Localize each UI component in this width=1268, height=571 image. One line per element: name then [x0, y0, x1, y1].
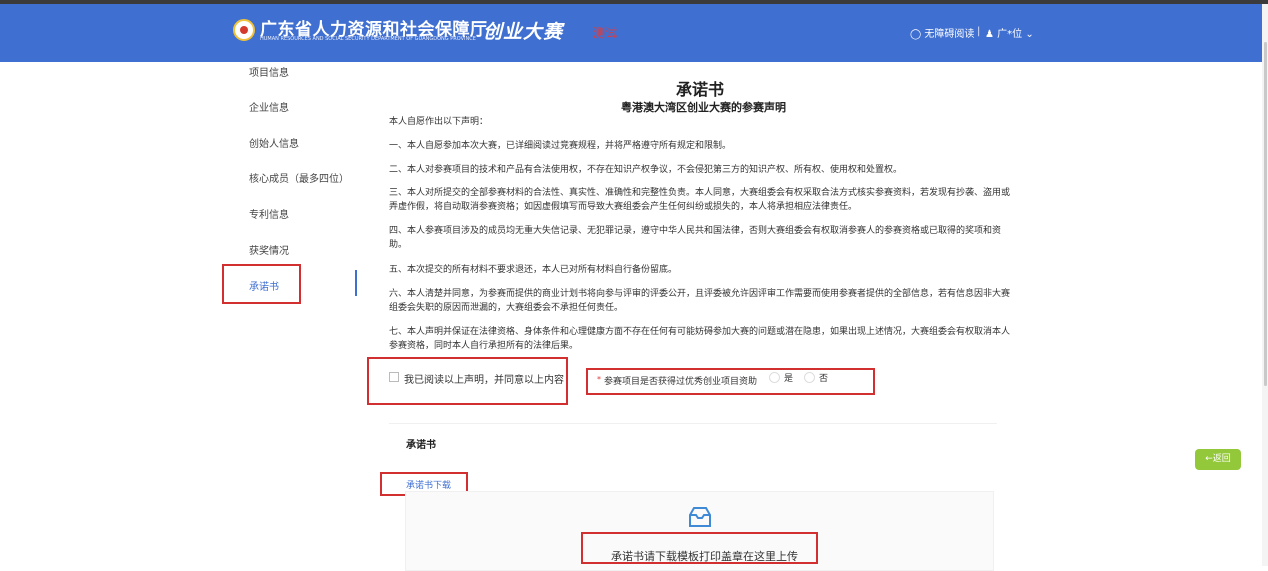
emblem-icon: [233, 19, 255, 41]
sidebar-item-patent-info[interactable]: 专利信息: [249, 206, 289, 221]
sidebar-item-awards[interactable]: 获奖情况: [249, 242, 289, 257]
chevron-down-icon: ⌄: [1025, 29, 1034, 40]
accessibility-label: 无障碍阅读: [924, 29, 975, 40]
pledge-subtitle: 粤港澳大湾区创业大赛的参赛声明: [621, 101, 786, 114]
header-separator: |: [977, 26, 981, 37]
user-menu[interactable]: ♟ 广*位 ⌄: [985, 25, 1034, 40]
annotation-box-question: [586, 368, 875, 395]
pledge-clause-7: 七、本人声明并保证在法律资格、身体条件和心理健康方面不存在任何有可能妨碍参加大赛…: [389, 327, 1011, 351]
upload-section-title: 承诺书: [406, 440, 436, 451]
user-name: 广*位: [997, 29, 1023, 40]
sidebar-item-company-info[interactable]: 企业信息: [249, 99, 289, 114]
upload-section-card: [389, 423, 997, 462]
pledge-clause-6: 六、本人清楚并同意，为参赛而提供的商业计划书将向参与评审的评委公开，且评委被允许…: [389, 289, 1011, 313]
sidebar-item-project-info[interactable]: 项目信息: [249, 64, 289, 79]
inbox-icon: [689, 507, 711, 527]
back-label: 返回: [1212, 454, 1231, 464]
sidebar-item-founder-info[interactable]: 创始人信息: [249, 135, 299, 150]
back-icon: ←: [1205, 454, 1213, 464]
org-name-en: HUMAN RESOURCES AND SOCIAL SECURITY DEPA…: [260, 36, 476, 42]
lightbulb-icon: ◯: [910, 29, 922, 40]
sidebar-item-core-members[interactable]: 核心成员（最多四位）: [249, 170, 349, 185]
scrollbar-thumb[interactable]: [1264, 42, 1267, 386]
pledge-clause-3: 三、本人对所提交的全部参赛材料的合法性、真实性、准确性和完整性负责。本人同意，大…: [389, 188, 1011, 212]
pledge-intro: 本人自愿作出以下声明：: [389, 117, 489, 127]
annotation-box-upload: [581, 532, 818, 564]
site-header: [0, 4, 1268, 62]
event-name: 创业大赛: [483, 21, 564, 43]
env-badge: 测试: [593, 26, 618, 40]
sidebar-active-indicator: [355, 270, 357, 296]
pledge-title: 承诺书: [676, 80, 725, 99]
pledge-clause-1: 一、本人自愿参加本次大赛，已详细阅读过竞赛规程，并将严格遵守所有规定和限制。: [389, 141, 732, 151]
annotation-box-agree: [367, 357, 568, 405]
user-icon: ♟: [985, 29, 994, 40]
accessibility-link[interactable]: ◯ 无障碍阅读: [910, 25, 974, 40]
back-button[interactable]: ←返回: [1195, 449, 1241, 470]
pledge-clause-2: 二、本人对参赛项目的技术和产品有合法使用权，不存在知识产权争议，不会侵犯第三方的…: [389, 165, 903, 175]
annotation-box-sidebar: [222, 264, 301, 304]
pledge-clause-5: 五、本次提交的所有材料不要求退还，本人已对所有材料自行备份留底。: [389, 265, 678, 275]
pledge-clause-4: 四、本人参赛项目涉及的成员均无重大失信记录、无犯罪记录，遵守中华人民共和国法律，…: [389, 226, 1002, 250]
